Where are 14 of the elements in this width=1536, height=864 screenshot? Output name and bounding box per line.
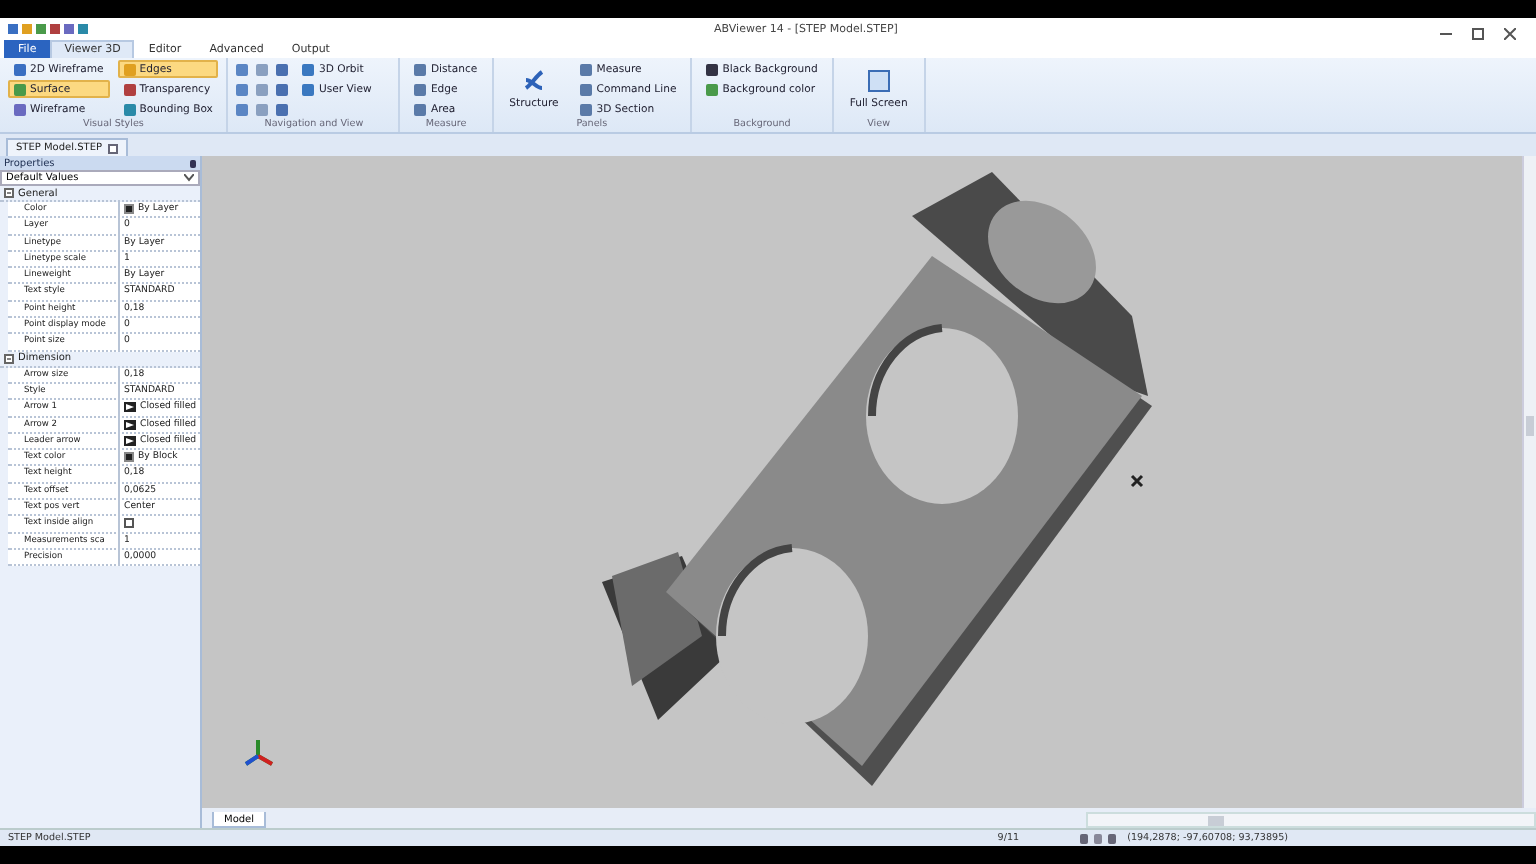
ortho-icon[interactable] [1107, 833, 1116, 843]
vertical-scrollbar[interactable] [1522, 156, 1536, 808]
cursor-icon [1130, 474, 1144, 488]
color-swatch [124, 452, 134, 463]
color-swatch [124, 204, 134, 215]
collapse-icon[interactable] [4, 188, 14, 198]
grid-icon[interactable] [1093, 833, 1102, 843]
snap-icon[interactable] [1079, 833, 1088, 843]
horizontal-scrollbar[interactable] [1086, 812, 1536, 828]
axis-icon [244, 738, 274, 766]
full-screen-icon [867, 69, 890, 91]
caret-icon [184, 174, 194, 182]
collapse-icon[interactable] [4, 353, 14, 364]
checkbox[interactable] [124, 518, 134, 529]
